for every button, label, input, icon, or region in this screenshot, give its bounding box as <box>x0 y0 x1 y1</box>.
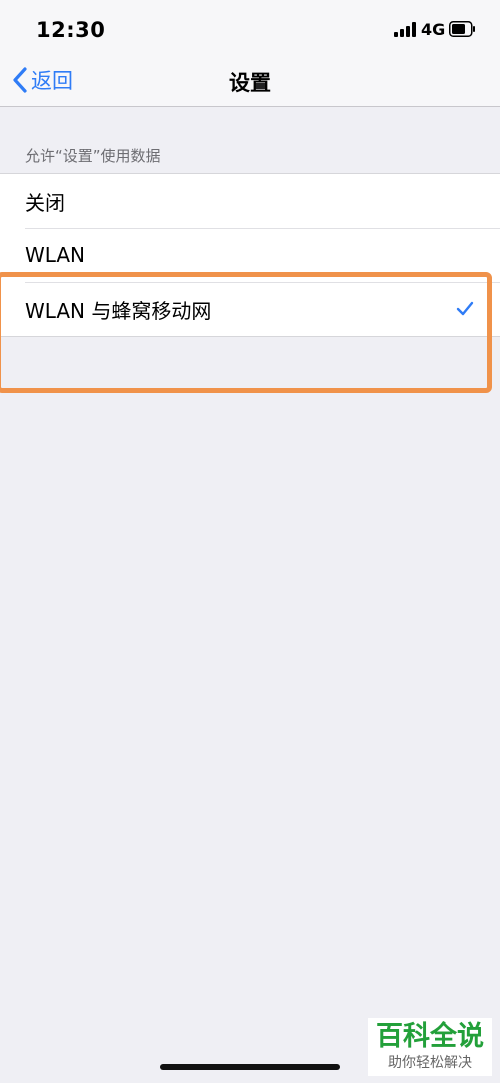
page-title: 设置 <box>229 71 271 95</box>
option-row-wlan-cellular[interactable]: WLAN 与蜂窝移动网 <box>0 282 500 336</box>
option-row-wlan[interactable]: WLAN <box>0 228 500 282</box>
signal-icon <box>394 22 418 37</box>
watermark-subtitle: 助你轻松解决 <box>388 1055 472 1071</box>
section-header: 允许“设置”使用数据 <box>25 147 161 165</box>
battery-icon <box>449 21 475 37</box>
option-label: 关闭 <box>25 190 65 215</box>
home-indicator <box>160 1064 340 1070</box>
status-time: 12:30 <box>36 18 106 42</box>
data-usage-options-list: 关闭 WLAN WLAN 与蜂窝移动网 <box>0 173 500 337</box>
status-bar: 12:30 4G <box>0 0 500 55</box>
network-label: 4G <box>421 20 446 39</box>
watermark-logo: 百科全说 助你轻松解决 <box>368 1018 492 1076</box>
watermark-title: 百科全说 <box>376 1021 484 1052</box>
navigation-bar: 返回 设置 <box>0 55 500 107</box>
checkmark-icon <box>456 301 474 316</box>
option-label: WLAN <box>25 243 86 267</box>
option-row-off[interactable]: 关闭 <box>0 174 500 228</box>
option-label: WLAN 与蜂窝移动网 <box>25 298 212 323</box>
